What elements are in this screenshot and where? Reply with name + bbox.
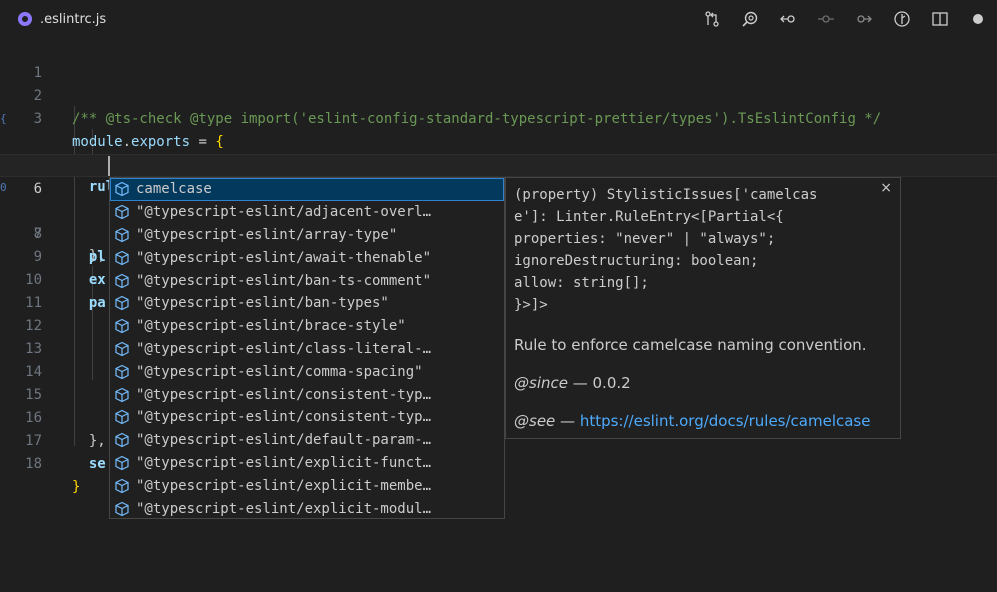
code-line: { 4 rules: { — [0, 108, 997, 197]
text-cursor — [108, 156, 110, 176]
unsaved-dot-button[interactable] — [959, 0, 997, 38]
suggest-item[interactable]: "@typescript-eslint/ban-types" — [110, 292, 504, 315]
property-icon — [115, 341, 129, 357]
suggest-item-label: "@typescript-eslint/explicit-membe… — [136, 477, 432, 494]
git-graph-icon — [894, 11, 910, 27]
property-icon — [115, 205, 129, 220]
code-line: 3 module.exports = { — [0, 85, 997, 150]
suggest-details: × (property) StylisticIssues['camelcas e… — [505, 177, 901, 439]
property-icon — [115, 455, 129, 471]
code-line: 5 '@typescript-eslint/camelcase': ['off'… — [0, 131, 997, 196]
suggest-list: camelcase "@typescript-eslint/adjacent-ov… — [110, 178, 504, 518]
suggest-widget[interactable]: camelcase "@typescript-eslint/adjacent-ov… — [109, 177, 505, 519]
suggest-item-label: camelcase — [136, 181, 212, 198]
property-icon — [115, 501, 129, 516]
suggest-item-label: "@typescript-eslint/ban-ts-comment" — [136, 272, 432, 289]
suggest-item[interactable]: "@typescript-eslint/adjacent-overl… — [110, 201, 504, 224]
suggest-item[interactable]: "@typescript-eslint/explicit-modul… — [110, 497, 504, 518]
code-text: } — [72, 478, 81, 495]
property-icon — [115, 478, 129, 493]
eslint-file-icon — [18, 12, 32, 26]
line-number: 18 — [25, 455, 42, 472]
doc-description: Rule to enforce camelcase naming convent… — [514, 336, 867, 354]
code-line: 1 — [0, 39, 997, 81]
suggest-item[interactable]: "@typescript-eslint/array-type" — [110, 224, 504, 247]
property-icon — [115, 319, 129, 334]
suggest-item-label: "@typescript-eslint/array-type" — [136, 226, 398, 243]
suggest-item-label: "@typescript-eslint/consistent-typ… — [136, 409, 432, 426]
previous-change-icon — [780, 15, 795, 23]
suggest-item-label: "@typescript-eslint/ban-types" — [136, 295, 389, 312]
suggest-item[interactable]: "@typescript-eslint/explicit-membe… — [110, 474, 504, 497]
property-icon — [115, 364, 129, 379]
suggest-item[interactable]: "@typescript-eslint/await-thenable" — [110, 246, 504, 269]
since-value: — 0.0.2 — [567, 374, 631, 392]
previous-change-button[interactable] — [769, 0, 807, 38]
search-button[interactable] — [731, 0, 769, 38]
commit-button[interactable] — [807, 0, 845, 38]
suggest-item-label: "@typescript-eslint/comma-spacing" — [136, 363, 423, 380]
gutter-marker: 0 — [0, 181, 7, 194]
code-text: se — [72, 455, 106, 472]
open-changes-button[interactable] — [693, 0, 731, 38]
since-label: @since — [514, 374, 568, 392]
suggest-item[interactable]: "@typescript-eslint/consistent-typ… — [110, 406, 504, 429]
property-icon — [115, 296, 129, 311]
current-line: 6 — [0, 154, 997, 197]
suggest-item-label: "@typescript-eslint/adjacent-overl… — [136, 204, 432, 221]
split-editor-button[interactable] — [921, 0, 959, 38]
tab-label: .eslintrc.js — [40, 11, 107, 27]
since-tag: @since — 0.0.2 — [514, 374, 892, 392]
suggest-item-label: "@typescript-eslint/explicit-modul… — [136, 500, 432, 517]
suggest-item[interactable]: "@typescript-eslint/brace-style" — [110, 315, 504, 338]
suggest-item-label: "@typescript-eslint/consistent-typ… — [136, 386, 432, 403]
see-tag: @see — https://eslint.org/docs/rules/cam… — [514, 412, 892, 430]
split-editor-icon — [932, 12, 948, 26]
git-commit-icon — [818, 15, 834, 23]
see-label: @see — [514, 412, 556, 430]
property-icon — [115, 410, 129, 425]
property-icon — [115, 250, 129, 265]
property-icon — [115, 387, 129, 402]
unsaved-dot-icon — [973, 14, 983, 24]
close-icon[interactable]: × — [880, 180, 892, 196]
see-link[interactable]: https://eslint.org/docs/rules/camelcase — [580, 412, 871, 430]
suggest-item[interactable]: "@typescript-eslint/default-param-… — [110, 429, 504, 452]
suggest-item[interactable]: "@typescript-eslint/class-literal-… — [110, 338, 504, 361]
code-line: 2 /** @ts-check @type import('eslint-con… — [0, 62, 997, 127]
suggest-item[interactable]: "@typescript-eslint/consistent-typ… — [110, 383, 504, 406]
next-change-icon — [857, 15, 872, 23]
suggest-item-label: "@typescript-eslint/default-param-… — [136, 432, 432, 449]
suggest-item[interactable]: "@typescript-eslint/comma-spacing" — [110, 360, 504, 383]
search-icon — [742, 11, 758, 27]
property-icon — [115, 273, 129, 288]
next-change-button[interactable] — [845, 0, 883, 38]
signature-text: (property) StylisticIssues['camelcas e']… — [514, 187, 818, 313]
suggest-item-label: "@typescript-eslint/explicit-funct… — [136, 454, 432, 471]
suggest-item-label: "@typescript-eslint/await-thenable" — [136, 249, 432, 266]
editor-actions — [693, 0, 997, 38]
see-separator: — — [555, 412, 580, 430]
suggest-item-label: "@typescript-eslint/class-literal-… — [136, 340, 432, 357]
gutter-marker: { — [0, 112, 7, 125]
suggest-item-label: "@typescript-eslint/brace-style" — [136, 318, 406, 335]
suggest-item[interactable]: "@typescript-eslint/explicit-funct… — [110, 452, 504, 475]
property-icon — [115, 227, 129, 243]
property-icon — [115, 432, 129, 448]
suggest-item[interactable]: "@typescript-eslint/ban-ts-comment" — [110, 269, 504, 292]
tab-bar: .eslintrc.js — [0, 0, 997, 38]
suggest-item[interactable]: camelcase — [110, 178, 504, 201]
timeline-button[interactable] — [883, 0, 921, 38]
git-compare-icon — [705, 11, 719, 27]
property-icon — [115, 182, 129, 197]
tab-eslintrc[interactable]: .eslintrc.js — [0, 0, 120, 38]
